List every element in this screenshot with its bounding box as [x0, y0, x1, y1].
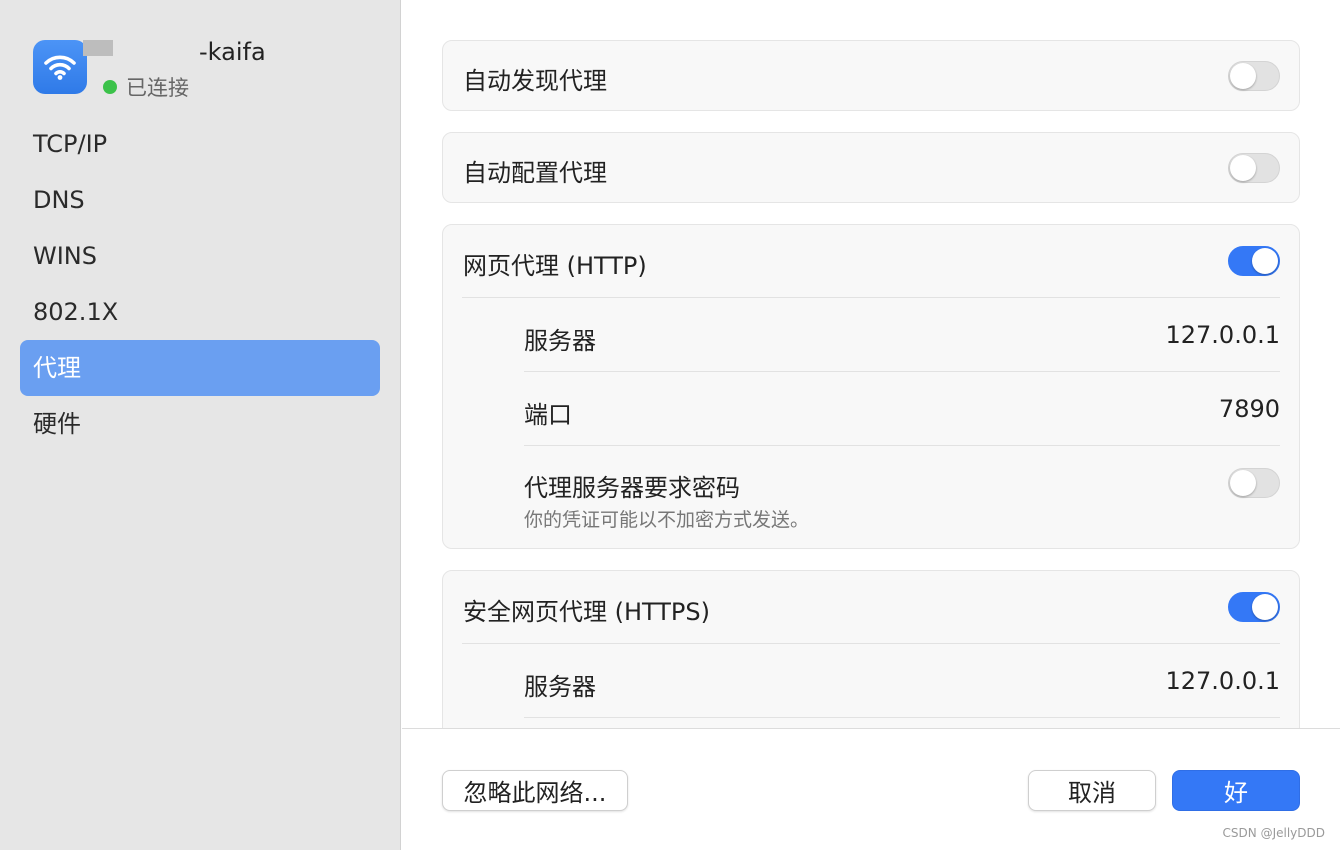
http-proxy-group: 网页代理 (HTTP) 服务器 127.0.0.1 端口 7890 代理服务器要…: [442, 224, 1300, 549]
divider: [524, 717, 1280, 718]
status-text: 已连接: [126, 76, 189, 100]
auto-discovery-toggle[interactable]: [1228, 61, 1280, 91]
sidebar: -kaifa 已连接 TCP/IP DNS WINS 802.1X 代理 硬件: [0, 0, 401, 850]
http-proxy-label: 网页代理 (HTTP): [463, 252, 647, 280]
toggle-knob: [1252, 594, 1278, 620]
redacted-block: [83, 40, 113, 56]
http-server-field[interactable]: 127.0.0.1: [1165, 321, 1280, 349]
http-server-label: 服务器: [524, 327, 596, 355]
sidebar-item-8021x[interactable]: 802.1X: [20, 284, 380, 340]
sidebar-item-wins[interactable]: WINS: [20, 228, 380, 284]
http-proxy-toggle[interactable]: [1228, 246, 1280, 276]
cancel-button[interactable]: 取消: [1028, 770, 1156, 811]
http-port-label: 端口: [524, 401, 572, 429]
toggle-knob: [1230, 470, 1256, 496]
https-proxy-label: 安全网页代理 (HTTPS): [463, 598, 711, 626]
watermark: CSDN @JellyDDD: [1222, 826, 1325, 840]
toggle-knob: [1230, 63, 1256, 89]
network-settings-window: -kaifa 已连接 TCP/IP DNS WINS 802.1X 代理 硬件 …: [0, 0, 1340, 850]
https-proxy-group: 安全网页代理 (HTTPS) 服务器 127.0.0.1: [442, 570, 1300, 728]
divider: [524, 371, 1280, 372]
http-auth-note: 你的凭证可能以不加密方式发送。: [524, 509, 810, 531]
auto-config-group: 自动配置代理: [442, 132, 1300, 203]
https-server-label: 服务器: [524, 673, 596, 701]
network-header: -kaifa 已连接: [33, 38, 393, 102]
dialog-footer: 忽略此网络... 取消 好 CSDN @JellyDDD: [402, 728, 1340, 850]
sidebar-item-hardware[interactable]: 硬件: [20, 396, 380, 452]
http-auth-toggle[interactable]: [1228, 468, 1280, 498]
sidebar-item-dns[interactable]: DNS: [20, 172, 380, 228]
toggle-knob: [1230, 155, 1256, 181]
sidebar-nav: TCP/IP DNS WINS 802.1X 代理 硬件: [20, 116, 380, 452]
proxy-settings-panel: 自动发现代理 自动配置代理 网页代理 (HTTP) 服务器 127.0.0.1 …: [402, 0, 1340, 728]
auto-config-label: 自动配置代理: [463, 159, 607, 187]
network-name: -kaifa: [199, 38, 266, 66]
http-auth-label: 代理服务器要求密码: [524, 474, 740, 502]
https-proxy-toggle[interactable]: [1228, 592, 1280, 622]
ok-button[interactable]: 好: [1172, 770, 1300, 811]
connection-status: 已连接: [103, 72, 189, 102]
divider: [524, 445, 1280, 446]
sidebar-item-proxies[interactable]: 代理: [20, 340, 380, 396]
http-port-field[interactable]: 7890: [1219, 395, 1280, 423]
wifi-icon: [33, 40, 87, 94]
https-server-field[interactable]: 127.0.0.1: [1165, 667, 1280, 695]
ignore-network-button[interactable]: 忽略此网络...: [442, 770, 628, 811]
sidebar-item-tcpip[interactable]: TCP/IP: [20, 116, 380, 172]
auto-config-toggle[interactable]: [1228, 153, 1280, 183]
auto-discovery-group: 自动发现代理: [442, 40, 1300, 111]
divider: [462, 643, 1280, 644]
toggle-knob: [1252, 248, 1278, 274]
status-dot-icon: [103, 80, 117, 94]
divider: [462, 297, 1280, 298]
auto-discovery-label: 自动发现代理: [463, 67, 607, 95]
